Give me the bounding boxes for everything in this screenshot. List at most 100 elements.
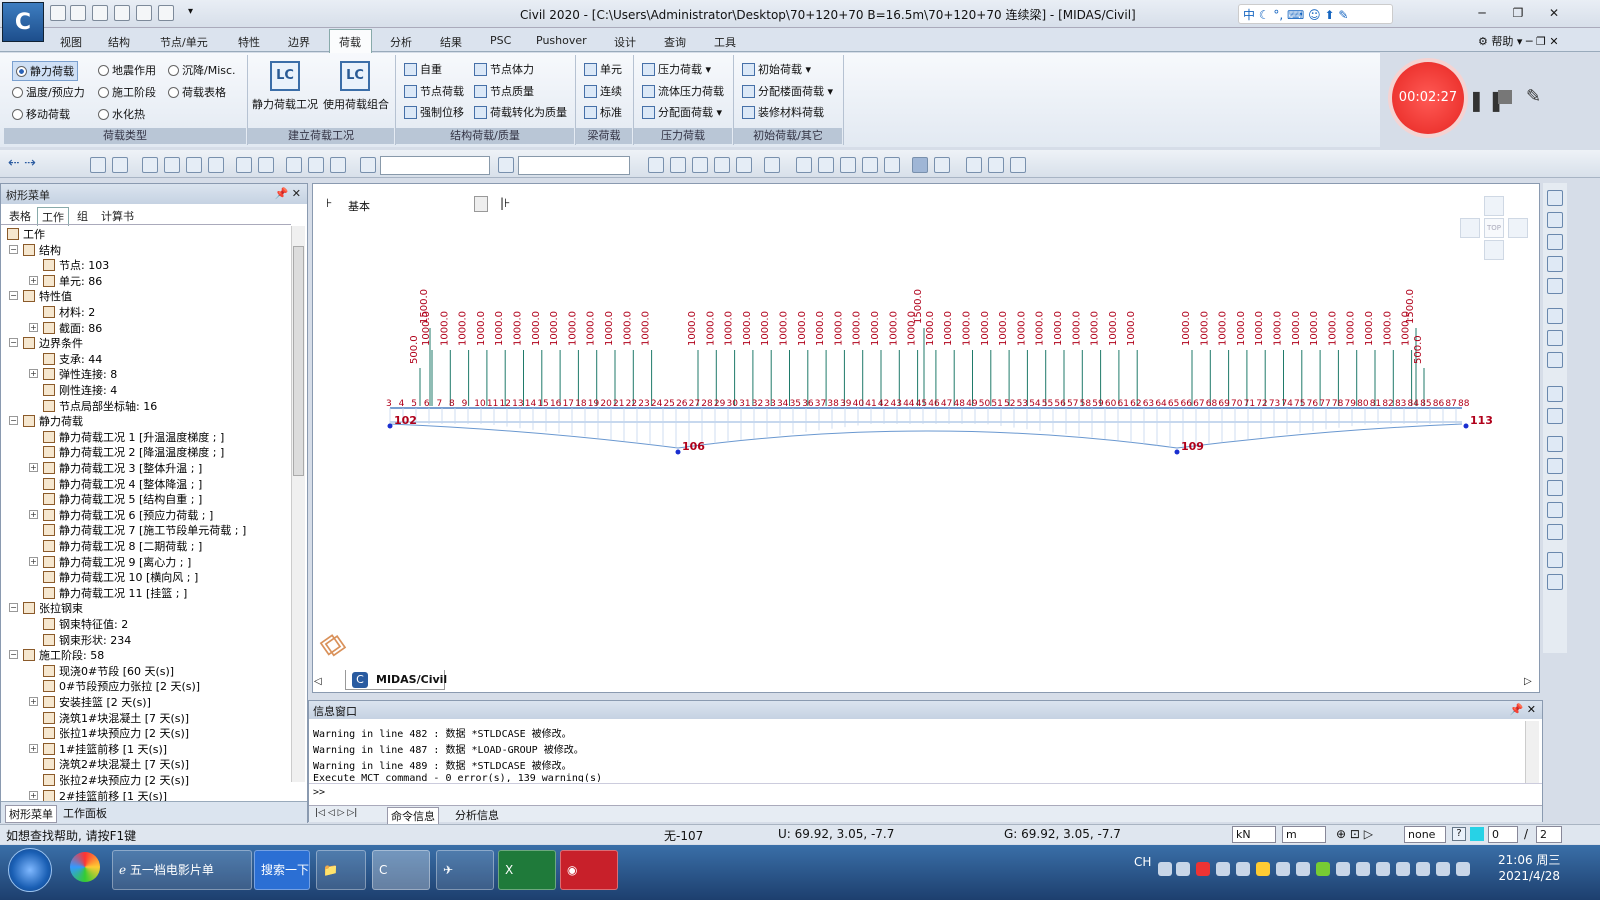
tree-expander-icon[interactable]: + bbox=[29, 463, 38, 472]
tree-item[interactable]: 钢束形状: 234 bbox=[43, 632, 131, 648]
start-button[interactable] bbox=[8, 848, 52, 892]
finishing-material-button[interactable]: 装修材料荷载 bbox=[742, 104, 824, 120]
restore-button[interactable]: ❐ bbox=[1506, 4, 1530, 22]
tree-item[interactable]: 1#挂篮前移 [1 天(s)] bbox=[43, 741, 167, 757]
toolbar-icon-7[interactable] bbox=[236, 157, 252, 173]
pen-icon[interactable]: ✎ bbox=[1526, 86, 1541, 107]
element-number-icon[interactable] bbox=[934, 157, 950, 173]
tray-icon-6[interactable] bbox=[1256, 862, 1270, 876]
bridge-model[interactable]: 1000.0 1000.0 1000.0 1000.0 1000.0 1000.0 1000… bbox=[312, 220, 1540, 670]
tree-item[interactable]: 静力荷载工况 11 [挂篮 ; ] bbox=[43, 585, 187, 601]
tray-icon-7[interactable] bbox=[1276, 862, 1290, 876]
radio-moving-load[interactable]: 移动荷载 bbox=[12, 106, 70, 122]
tray-icon-9[interactable] bbox=[1316, 862, 1330, 876]
tree-item[interactable]: 支承: 44 bbox=[43, 351, 102, 367]
save-icon[interactable] bbox=[114, 5, 130, 21]
tree-folder[interactable]: 静力荷载 bbox=[23, 413, 83, 429]
tree-item[interactable]: 张拉2#块预应力 [2 天(s)] bbox=[43, 772, 189, 788]
help-menu[interactable]: ⚙ 帮助 ▾ ─ ❐ ✕ bbox=[1478, 33, 1559, 49]
tree-folder[interactable]: 结构 bbox=[23, 242, 61, 258]
menu-results[interactable]: 结果 bbox=[440, 34, 462, 50]
tray-icon-5[interactable] bbox=[1236, 862, 1250, 876]
tree-item[interactable]: 安装挂篮 [2 天(s)] bbox=[43, 694, 151, 710]
tree-expander-icon[interactable]: + bbox=[29, 509, 38, 519]
zoom-out-icon[interactable] bbox=[1547, 256, 1563, 272]
select-pointer-icon[interactable] bbox=[360, 157, 376, 173]
undo-arrow-icon[interactable]: ⇠ ⇢ bbox=[8, 155, 36, 171]
radio-settlement[interactable]: 沉降/Misc. bbox=[168, 62, 236, 78]
taskbar-clock[interactable]: 21:06 周三 2021/4/28 bbox=[1498, 852, 1560, 884]
network-icon[interactable] bbox=[1456, 862, 1470, 876]
help-icon[interactable]: ? bbox=[1452, 827, 1466, 841]
node-number-icon[interactable] bbox=[912, 157, 928, 173]
tree-item[interactable]: 张拉1#块预应力 [2 天(s)] bbox=[43, 725, 189, 741]
tree-folder[interactable]: 工作 bbox=[7, 226, 45, 242]
tray-icon-8[interactable] bbox=[1296, 862, 1310, 876]
tray-icon-4[interactable] bbox=[1216, 862, 1230, 876]
tree-expander-icon[interactable]: + bbox=[29, 556, 38, 566]
command-input[interactable]: >> bbox=[313, 787, 325, 798]
bottom-tab-tree[interactable]: 树形菜单 bbox=[5, 805, 57, 823]
lock-icon[interactable] bbox=[988, 157, 1004, 173]
tree-item[interactable]: 弹性连接: 8 bbox=[43, 366, 117, 382]
tree-item[interactable]: 现浇0#节段 [60 天(s)] bbox=[43, 663, 174, 679]
tree-folder[interactable]: 张拉钢束 bbox=[23, 600, 83, 616]
toolbar-icon-13[interactable] bbox=[648, 157, 664, 173]
taskbar-app-icon[interactable]: ✈ bbox=[436, 850, 494, 890]
tree-folder[interactable]: 特性值 bbox=[23, 288, 72, 304]
tab-tables[interactable]: 表格 bbox=[5, 207, 35, 225]
view-bottom-icon[interactable] bbox=[1547, 480, 1563, 496]
radio-heat-hydration[interactable]: 水化热 bbox=[98, 106, 145, 122]
toolbar-icon-24[interactable] bbox=[966, 157, 982, 173]
toolbar-icon-14[interactable] bbox=[670, 157, 686, 173]
tree-folder[interactable]: 施工阶段: 58 bbox=[23, 647, 104, 663]
view-top-icon[interactable] bbox=[1547, 458, 1563, 474]
recording-timer[interactable]: 00:02:27 bbox=[1392, 62, 1464, 134]
minimize-button[interactable]: ─ bbox=[1470, 4, 1494, 22]
rotate-icon[interactable] bbox=[1547, 330, 1563, 346]
tree-expander-icon[interactable]: − bbox=[9, 338, 18, 348]
toolbar-icon-4[interactable] bbox=[164, 157, 180, 173]
quick-access-dropdown-icon[interactable]: ▾ bbox=[188, 6, 193, 17]
taskbar-search-button[interactable]: 搜索一下 bbox=[254, 850, 310, 890]
tree-item[interactable]: 静力荷载工况 3 [整体升温 ; ] bbox=[43, 460, 202, 476]
toolbar-icon-3[interactable] bbox=[142, 157, 158, 173]
view-front-icon[interactable] bbox=[1547, 386, 1563, 402]
tree-scrollbar[interactable] bbox=[291, 226, 305, 782]
tree-scroll-thumb[interactable] bbox=[293, 246, 304, 476]
view-layer-icon-2[interactable]: |⊦ bbox=[500, 196, 510, 210]
length-unit-select[interactable]: m bbox=[1282, 826, 1326, 843]
tree-item[interactable]: 截面: 86 bbox=[43, 320, 102, 336]
toolbar-icon-5[interactable] bbox=[186, 157, 202, 173]
canvas-scroll-right-icon[interactable]: ▷ bbox=[1524, 676, 1532, 687]
tree-item[interactable]: 静力荷载工况 7 [施工节段单元荷载 ; ] bbox=[43, 522, 246, 538]
pinwheel-app-icon[interactable] bbox=[70, 852, 100, 882]
tray-ime-icon[interactable] bbox=[1176, 862, 1190, 876]
tray-icon-13[interactable] bbox=[1396, 862, 1410, 876]
toolbar-icon-10[interactable] bbox=[308, 157, 324, 173]
menu-tools[interactable]: 工具 bbox=[714, 34, 736, 50]
toolbar-icon-20[interactable] bbox=[818, 157, 834, 173]
tree-expander-icon[interactable]: + bbox=[29, 743, 38, 753]
toolbar-icon-1[interactable] bbox=[90, 157, 106, 173]
tree-folder[interactable]: 边界条件 bbox=[23, 335, 83, 351]
standard-beam-load-button[interactable]: 标准 bbox=[584, 104, 622, 120]
toolbar-icon-21[interactable] bbox=[840, 157, 856, 173]
toolbar-icon-2[interactable] bbox=[112, 157, 128, 173]
continuous-beam-load-button[interactable]: 连续 bbox=[584, 83, 622, 99]
menu-property[interactable]: 特性 bbox=[238, 34, 260, 50]
nodal-load-button[interactable]: 节点荷载 bbox=[404, 83, 464, 99]
view-left-icon[interactable] bbox=[1547, 524, 1563, 540]
menu-node-element[interactable]: 节点/单元 bbox=[160, 34, 208, 50]
unlock-icon[interactable] bbox=[1010, 157, 1026, 173]
tab-report[interactable]: 计算书 bbox=[97, 207, 138, 225]
new-file-icon[interactable] bbox=[50, 5, 66, 21]
toolbar-icon-16[interactable] bbox=[714, 157, 730, 173]
view-right-icon[interactable] bbox=[1547, 552, 1563, 568]
radio-static-load[interactable]: 静力荷载 bbox=[12, 61, 78, 81]
load-combination-icon[interactable]: LC bbox=[340, 61, 370, 91]
snap-icons[interactable]: ⊕ ⊡ ▷ bbox=[1336, 827, 1373, 841]
tab-command-info[interactable]: 命令信息 bbox=[387, 807, 439, 825]
view-back-icon[interactable] bbox=[1547, 502, 1563, 518]
tree-item[interactable]: 浇筑2#块混凝土 [7 天(s)] bbox=[43, 756, 189, 772]
